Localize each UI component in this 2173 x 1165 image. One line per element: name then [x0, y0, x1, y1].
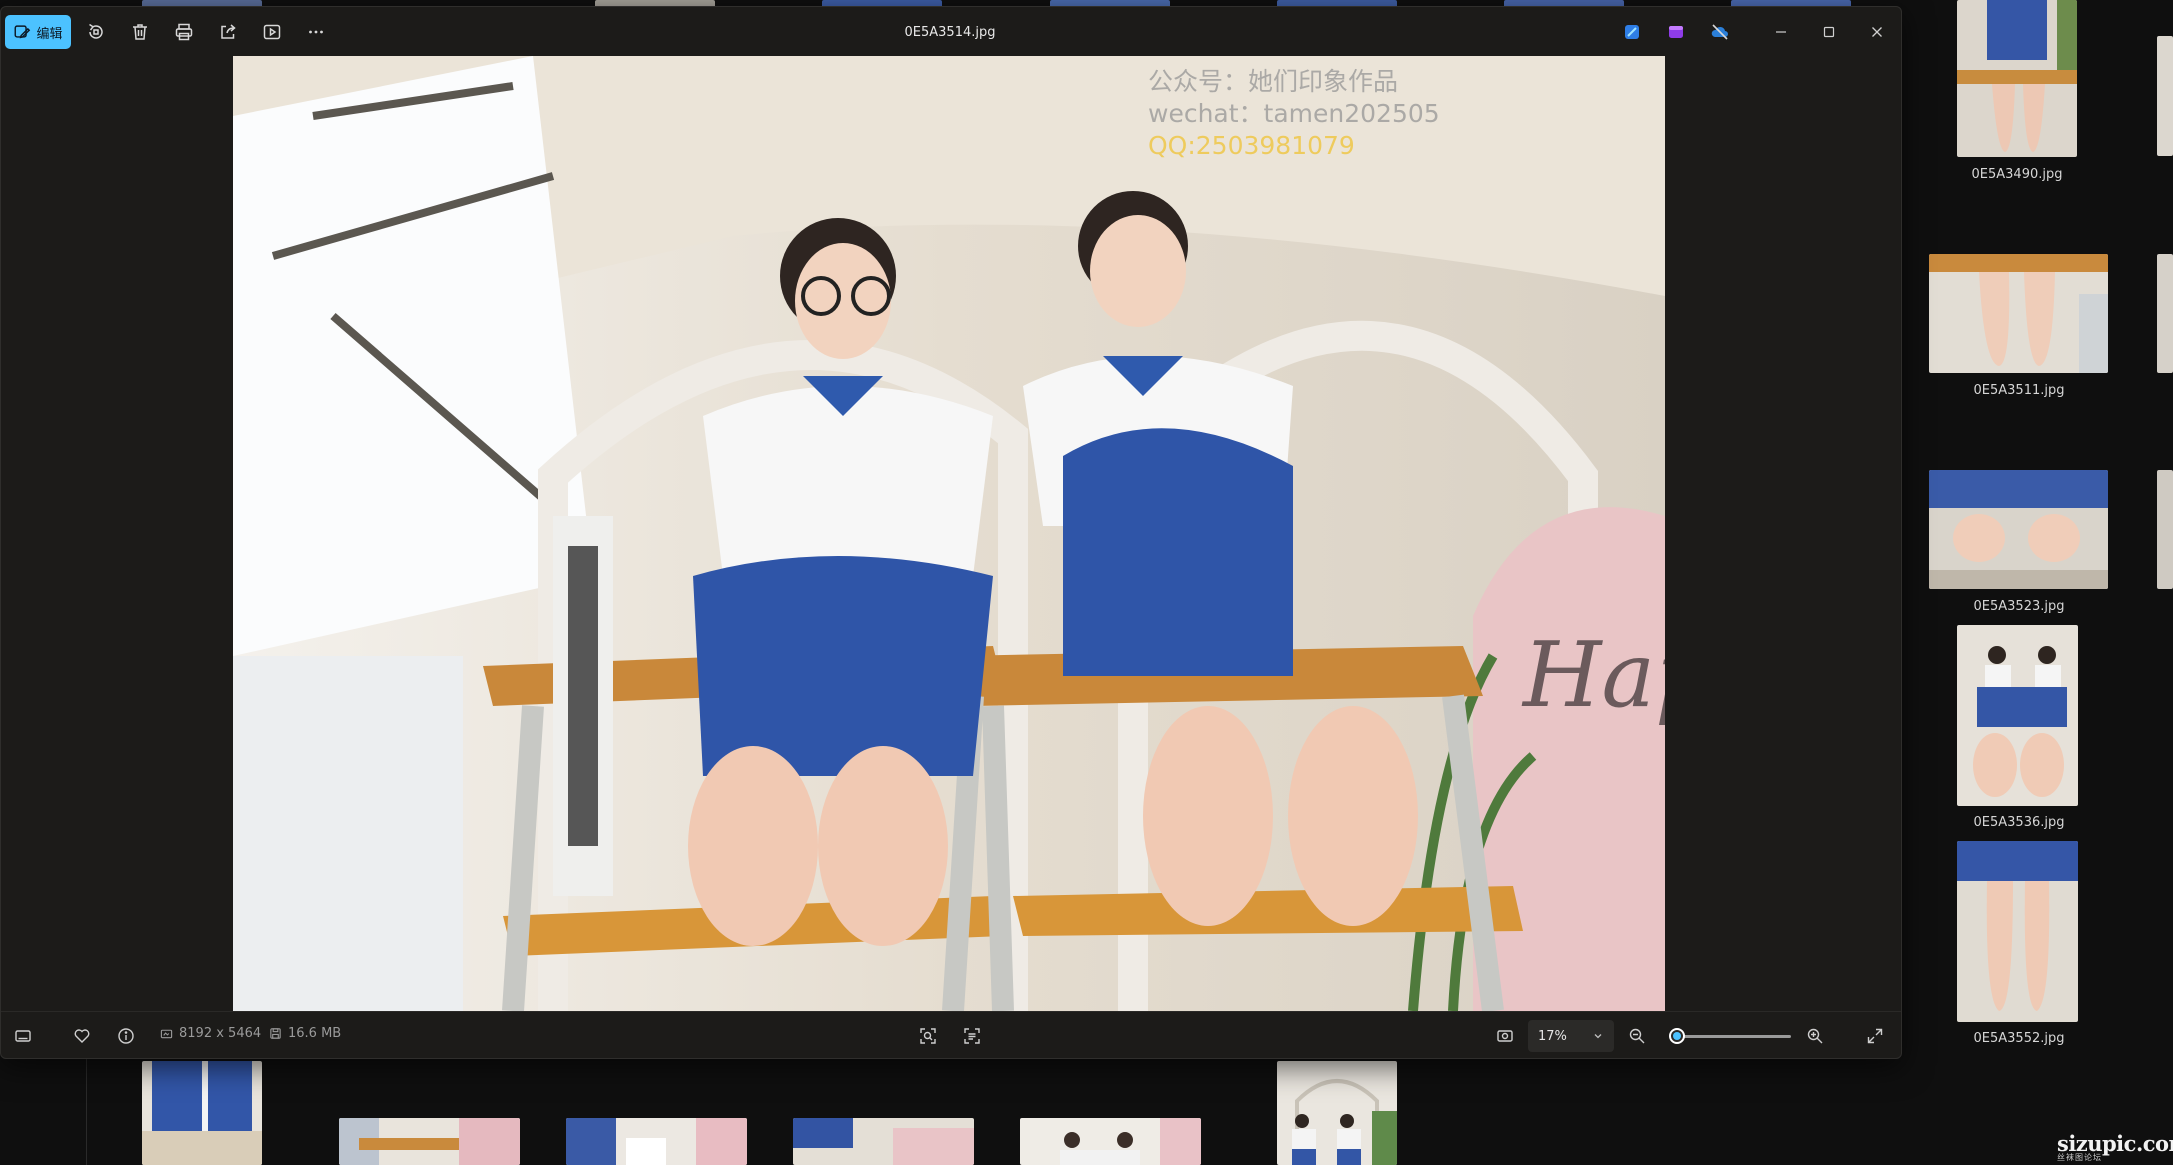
- maximize-button[interactable]: [1809, 17, 1849, 47]
- zoom-out-icon: [1629, 1028, 1645, 1044]
- chevron-down-icon: [1594, 1034, 1602, 1039]
- bg-thumb-bottom-1[interactable]: [142, 1061, 262, 1165]
- zoom-level-dropdown[interactable]: 17%: [1528, 1020, 1614, 1052]
- desktop-divider: [86, 1059, 87, 1165]
- bg-thumb-bottom-4[interactable]: [793, 1118, 974, 1165]
- print-icon: [175, 23, 193, 41]
- watermark-line-1: 公众号：她们印象作品: [1148, 67, 1399, 96]
- file-name: 0E5A3514.jpg: [904, 24, 996, 40]
- close-icon: [1872, 27, 1882, 37]
- zoom-level-text: 17%: [1538, 1028, 1567, 1044]
- bg-thumb-right-2: [2157, 254, 2173, 373]
- thumbnail-label: 0E5A3523.jpg: [1973, 599, 2065, 614]
- bg-thumb-bottom-2[interactable]: [339, 1118, 520, 1165]
- thumbnail-label: 0E5A3552.jpg: [1973, 1031, 2065, 1046]
- bg-thumb-right-3: [2157, 470, 2173, 589]
- watermark: 公众号：她们印象作品 wechat：tamen202505 QQ:2503981…: [1148, 66, 1440, 162]
- thumbnail-image[interactable]: [1929, 254, 2108, 373]
- favorite-button[interactable]: [68, 1022, 96, 1050]
- expand-icon: [1867, 1028, 1883, 1044]
- minimize-button[interactable]: [1761, 17, 1801, 47]
- thumbnail-label: 0E5A3511.jpg: [1973, 383, 2065, 398]
- dimensions-icon: [160, 1029, 173, 1039]
- bg-thumb-right-1: [2157, 36, 2173, 156]
- disk-icon: [270, 1028, 281, 1039]
- more-icon: [309, 30, 323, 34]
- file-size: 16.6 MB: [269, 1026, 341, 1041]
- thumbnail-image[interactable]: [1929, 470, 2108, 589]
- trash-icon: [133, 24, 147, 40]
- title-bar: 编辑 0E5A3514.jpg: [1, 7, 1901, 57]
- thumbnail-image[interactable]: [1957, 841, 2078, 1022]
- rotate-button[interactable]: [78, 16, 114, 48]
- thumbnail-image[interactable]: [1957, 0, 2077, 157]
- bg-thumb-bottom-5[interactable]: [1020, 1118, 1201, 1165]
- print-button[interactable]: [166, 16, 202, 48]
- onedrive-button[interactable]: [1702, 16, 1738, 48]
- photo-viewer-window: 编辑 0E5A3514.jpg Ha 公众号：她们印象作品 wechat：tam…: [0, 6, 1902, 1059]
- maximize-icon: [1823, 26, 1835, 38]
- minimize-icon: [1776, 31, 1786, 33]
- edit-image-button[interactable]: 编辑: [5, 15, 71, 49]
- edit-image-icon: [15, 25, 31, 39]
- designer-button[interactable]: [1614, 16, 1650, 48]
- scan-text-icon: [964, 1028, 980, 1044]
- fullscreen-button[interactable]: [1861, 1022, 1889, 1050]
- cloud-off-icon: [1711, 24, 1728, 40]
- photo-art-text: Happ: [1521, 623, 1665, 728]
- thumbnail-label: 0E5A3536.jpg: [1973, 815, 2065, 830]
- bg-thumb-bottom-6[interactable]: [1277, 1061, 1397, 1165]
- rotate-icon: [89, 23, 103, 39]
- site-logo: sizupic.com 丝袜图论坛: [2057, 1131, 2173, 1163]
- zoom-in-button[interactable]: [1801, 1022, 1829, 1050]
- slideshow-icon: [263, 24, 281, 40]
- thumbnail-image[interactable]: [1957, 625, 2078, 806]
- watermark-line-3: QQ:2503981079: [1148, 131, 1355, 160]
- visual-search-icon: [920, 1028, 936, 1044]
- close-button[interactable]: [1857, 17, 1897, 47]
- delete-button[interactable]: [122, 16, 158, 48]
- zoom-in-icon: [1807, 1028, 1823, 1044]
- more-button[interactable]: [298, 16, 334, 48]
- bg-thumb-bottom-3[interactable]: [566, 1118, 747, 1165]
- zoom-out-button[interactable]: [1623, 1022, 1651, 1050]
- image-dimensions: 8192 x 5464: [160, 1026, 261, 1041]
- ocr-button[interactable]: [958, 1022, 986, 1050]
- zoom-slider-thumb[interactable]: [1669, 1028, 1685, 1044]
- clipchamp-button[interactable]: [1658, 16, 1694, 48]
- heart-icon: [74, 1029, 90, 1043]
- filmstrip-icon: [15, 1030, 31, 1042]
- main-photo[interactable]: Happ: [233, 56, 1665, 1011]
- file-info-button[interactable]: [112, 1022, 140, 1050]
- info-icon: [118, 1028, 134, 1044]
- edit-label: 编辑: [36, 26, 63, 42]
- zoom-slider[interactable]: [1669, 1028, 1791, 1044]
- actual-size-button[interactable]: [1491, 1022, 1519, 1050]
- slideshow-button[interactable]: [254, 16, 290, 48]
- clipchamp-icon: [1669, 26, 1683, 38]
- filmstrip-toggle-button[interactable]: [9, 1022, 37, 1050]
- watermark-line-2: wechat：tamen202505: [1148, 99, 1440, 128]
- dimensions-text: 8192 x 5464: [179, 1026, 262, 1041]
- share-icon: [221, 24, 236, 39]
- visual-search-button[interactable]: [914, 1022, 942, 1050]
- status-bar: 8192 x 5464 16.6 MB 17%: [1, 1011, 1901, 1059]
- designer-icon: [1625, 25, 1639, 39]
- file-size-text: 16.6 MB: [288, 1026, 342, 1041]
- fit-screen-icon: [1497, 1030, 1513, 1042]
- thumbnail-label: 0E5A3490.jpg: [1971, 167, 2063, 182]
- share-button[interactable]: [210, 16, 246, 48]
